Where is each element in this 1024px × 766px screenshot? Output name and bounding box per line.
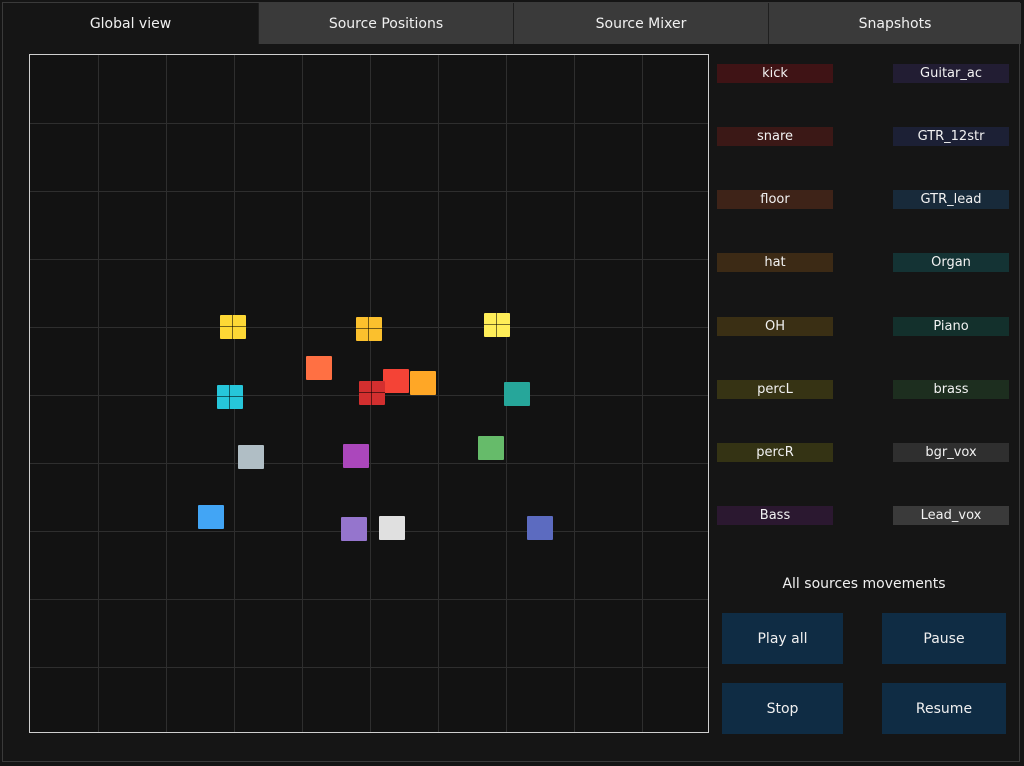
source-marker[interactable] xyxy=(379,516,405,540)
grid-line xyxy=(642,55,643,732)
grid-line xyxy=(30,599,708,600)
grid-line xyxy=(30,123,708,124)
source-button-bass[interactable]: Bass xyxy=(717,506,833,525)
source-button-hat[interactable]: hat xyxy=(717,253,833,272)
resume-button[interactable]: Resume xyxy=(882,683,1006,734)
source-marker[interactable] xyxy=(306,356,332,380)
source-button-kick[interactable]: kick xyxy=(717,64,833,83)
tab-source-positions[interactable]: Source Positions xyxy=(258,3,513,44)
source-button-piano[interactable]: Piano xyxy=(893,317,1009,336)
source-marker[interactable] xyxy=(341,517,367,541)
source-marker[interactable] xyxy=(343,444,369,468)
source-marker[interactable] xyxy=(198,505,224,529)
grid-line xyxy=(30,191,708,192)
grid-line xyxy=(30,259,708,260)
source-button-percl[interactable]: percL xyxy=(717,380,833,399)
tab-bar: Global view Source Positions Source Mixe… xyxy=(3,3,1021,45)
pause-button[interactable]: Pause xyxy=(882,613,1006,664)
source-button-oh[interactable]: OH xyxy=(717,317,833,336)
source-marker[interactable] xyxy=(356,317,382,341)
source-button-lead-vox[interactable]: Lead_vox xyxy=(893,506,1009,525)
source-marker[interactable] xyxy=(484,313,510,337)
grid-line xyxy=(438,55,439,732)
tab-source-mixer[interactable]: Source Mixer xyxy=(513,3,768,44)
source-marker[interactable] xyxy=(217,385,243,409)
source-button-percr[interactable]: percR xyxy=(717,443,833,462)
source-button-gtr-12str[interactable]: GTR_12str xyxy=(893,127,1009,146)
source-button-organ[interactable]: Organ xyxy=(893,253,1009,272)
source-marker[interactable] xyxy=(220,315,246,339)
source-marker[interactable] xyxy=(504,382,530,406)
grid-line xyxy=(302,55,303,732)
position-grid[interactable] xyxy=(29,54,709,733)
grid-line xyxy=(98,55,99,732)
play-all-button[interactable]: Play all xyxy=(722,613,843,664)
source-button-snare[interactable]: snare xyxy=(717,127,833,146)
stop-button[interactable]: Stop xyxy=(722,683,843,734)
grid-line xyxy=(30,463,708,464)
grid-line xyxy=(166,55,167,732)
grid-line xyxy=(30,531,708,532)
source-button-bgr-vox[interactable]: bgr_vox xyxy=(893,443,1009,462)
movements-title: All sources movements xyxy=(782,576,946,592)
source-marker[interactable] xyxy=(238,445,264,469)
source-button-brass[interactable]: brass xyxy=(893,380,1009,399)
grid-line xyxy=(574,55,575,732)
grid-line xyxy=(30,667,708,668)
tab-global-view[interactable]: Global view xyxy=(3,3,258,44)
source-button-guitar-ac[interactable]: Guitar_ac xyxy=(893,64,1009,83)
source-button-floor[interactable]: floor xyxy=(717,190,833,209)
source-button-gtr-lead[interactable]: GTR_lead xyxy=(893,190,1009,209)
source-marker[interactable] xyxy=(383,369,409,393)
source-marker[interactable] xyxy=(478,436,504,460)
tab-snapshots[interactable]: Snapshots xyxy=(768,3,1021,44)
source-marker[interactable] xyxy=(359,381,385,405)
source-marker[interactable] xyxy=(527,516,553,540)
source-marker[interactable] xyxy=(410,371,436,395)
